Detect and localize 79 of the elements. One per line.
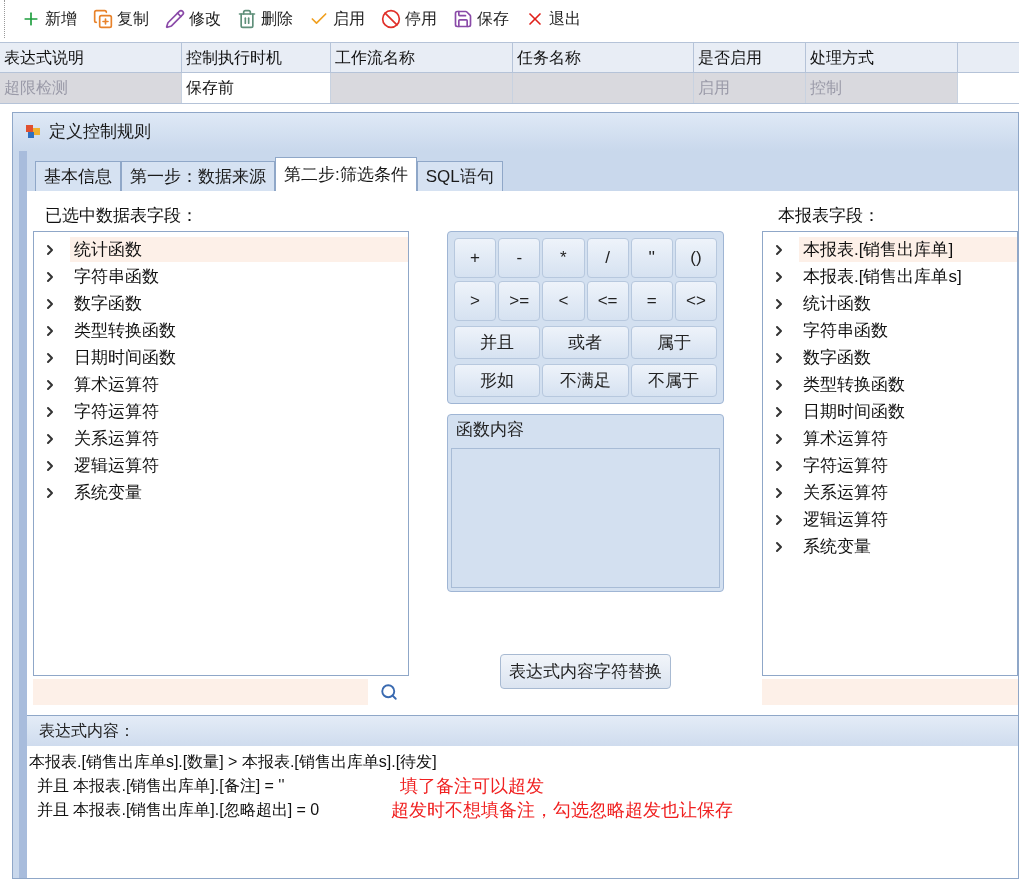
tab[interactable]: 基本信息	[35, 161, 121, 191]
tree-item[interactable]: 字符运算符	[799, 452, 1017, 479]
tree-item[interactable]: 算术运算符	[799, 425, 1017, 452]
tree-item[interactable]: 逻辑运算符	[799, 506, 1017, 533]
expression-line: 本报表.[销售出库单s].[数量] > 本报表.[销售出库单s].[待发]	[29, 753, 437, 770]
tree-item[interactable]: 数字函数	[70, 290, 408, 317]
tree-item[interactable]: 日期时间函数	[70, 344, 408, 371]
pencil-icon	[165, 9, 185, 29]
column-header[interactable]: 控制执行时机	[182, 43, 331, 72]
operator-button[interactable]: -	[498, 238, 541, 278]
annotation-note: 填了备注可以超发	[399, 775, 544, 797]
operator-button[interactable]: <	[542, 281, 585, 321]
operator-button[interactable]: *	[542, 238, 585, 278]
tree-item[interactable]: 算术运算符	[70, 371, 408, 398]
dialog-title: 定义控制规则	[49, 121, 151, 144]
tree-item[interactable]: 本报表.[销售出库单s]	[799, 263, 1017, 290]
operator-button[interactable]: 不属于	[630, 364, 717, 397]
tree-item[interactable]: 统计函数	[799, 290, 1017, 317]
operator-button[interactable]: 形如	[454, 364, 541, 397]
operator-button[interactable]: >	[454, 281, 497, 321]
column-header[interactable]: 是否启用	[694, 43, 806, 72]
tree-item[interactable]: 系统变量	[70, 479, 408, 506]
tab[interactable]: 第一步：数据来源	[121, 161, 275, 191]
tree-item[interactable]: 字符串函数	[70, 263, 408, 290]
operator-button[interactable]: +	[454, 238, 497, 278]
column-header[interactable]: 工作流名称	[331, 43, 513, 72]
tree-item[interactable]: 统计函数	[70, 236, 408, 263]
tree-item[interactable]: 字符运算符	[70, 398, 408, 425]
tree-item[interactable]: 关系运算符	[70, 425, 408, 452]
toolbar-button[interactable]: 停用	[381, 7, 437, 31]
replace-button[interactable]: 表达式内容字符替换	[500, 654, 671, 689]
column-header[interactable]: 处理方式	[806, 43, 958, 72]
tree-item[interactable]: 关系运算符	[799, 479, 1017, 506]
tree-item[interactable]: 类型转换函数	[799, 371, 1017, 398]
operator-button[interactable]: ()	[674, 238, 718, 278]
expression-label: 表达式内容：	[39, 721, 135, 741]
column-header[interactable]: 任务名称	[513, 43, 694, 72]
toolbar-button[interactable]: 删除	[237, 7, 293, 31]
tree-item[interactable]: 类型转换函数	[70, 317, 408, 344]
toolbar-button[interactable]: 复制	[93, 7, 149, 31]
operator-button[interactable]: /	[586, 238, 629, 278]
table-cell: 控制	[806, 73, 958, 103]
panel-label: 本报表字段：	[777, 205, 881, 227]
operator-button[interactable]: <>	[674, 281, 718, 321]
tab[interactable]: SQL语句	[416, 161, 503, 191]
tab[interactable]: 第二步:筛选条件	[275, 157, 417, 191]
toolbar-button[interactable]: 启用	[309, 7, 365, 31]
column-header[interactable]: 表达式说明	[0, 43, 182, 72]
tree-item[interactable]: 数字函数	[799, 344, 1017, 371]
operator-button[interactable]: 或者	[542, 326, 629, 359]
expression-line: 并且 本报表.[销售出库单].[备注] = ''	[37, 777, 285, 794]
window-icon	[25, 124, 41, 140]
tree-item[interactable]: 逻辑运算符	[70, 452, 408, 479]
tree-item[interactable]: 系统变量	[799, 533, 1017, 560]
ban-icon	[381, 9, 401, 29]
operator-button[interactable]: 不满足	[542, 364, 629, 397]
trash-icon	[237, 9, 257, 29]
toolbar-button[interactable]: 新增	[21, 7, 77, 31]
table-cell: 启用	[694, 73, 806, 103]
toolbar-button[interactable]: 退出	[525, 7, 581, 31]
toolbar-button[interactable]: 保存	[453, 7, 509, 31]
operator-button[interactable]: 并且	[454, 326, 541, 359]
operator-button[interactable]: =	[630, 281, 673, 321]
panel-label: 已选中数据表字段：	[44, 205, 199, 227]
tree-item[interactable]: 日期时间函数	[799, 398, 1017, 425]
operator-button[interactable]: <=	[586, 281, 629, 321]
tree-item[interactable]: 本报表.[销售出库单]	[799, 236, 1017, 263]
copy-icon	[93, 9, 113, 29]
operator-button[interactable]: ''	[630, 238, 673, 278]
table-cell: 超限检测	[0, 73, 182, 103]
panel-title: 函数内容	[455, 419, 525, 441]
tree-item[interactable]: 字符串函数	[799, 317, 1017, 344]
search-field[interactable]	[762, 679, 1018, 705]
operator-button[interactable]: >=	[498, 281, 541, 321]
annotation-note: 超发时不想填备注，勾选忽略超发也让保存	[391, 799, 733, 821]
toolbar-button[interactable]: 修改	[165, 7, 221, 31]
operator-button[interactable]: 属于	[630, 326, 717, 359]
search-icon[interactable]	[380, 683, 398, 701]
expression-line: 并且 本报表.[销售出库单].[忽略超出] = 0	[37, 801, 320, 818]
